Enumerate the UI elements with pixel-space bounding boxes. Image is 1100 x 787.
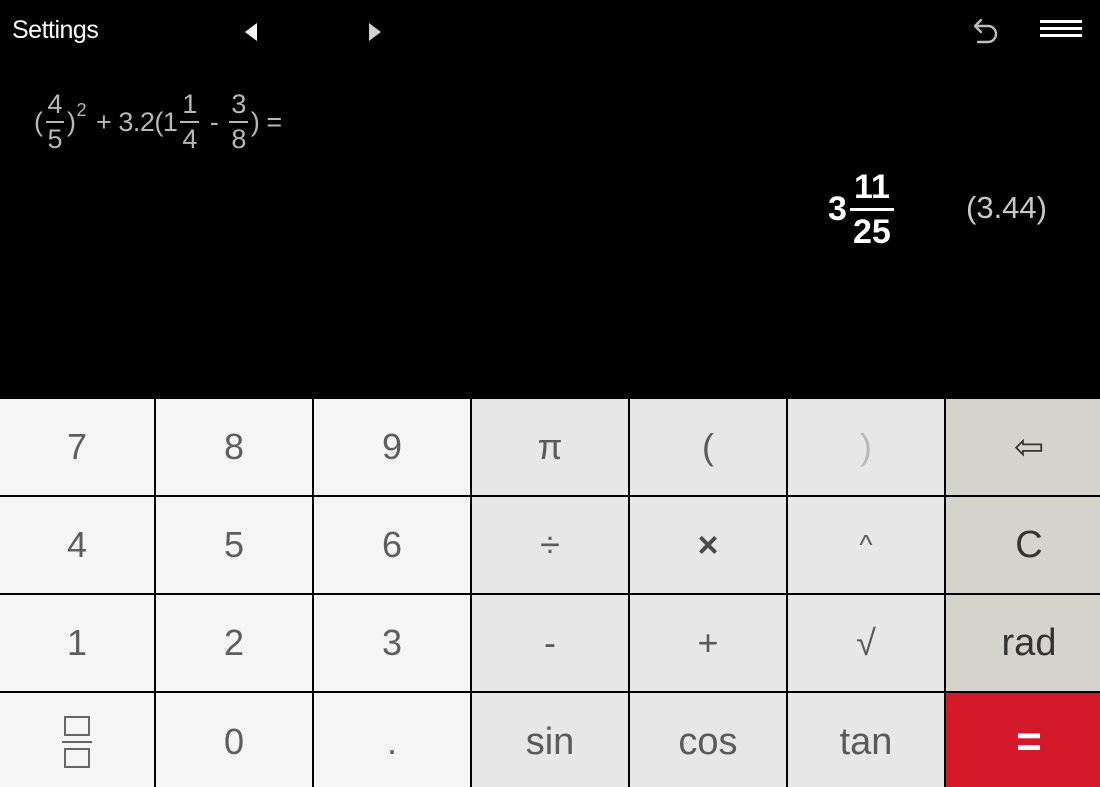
key-2[interactable]: 2 bbox=[156, 595, 312, 691]
key-5[interactable]: 5 bbox=[156, 497, 312, 593]
key-0[interactable]: 0 bbox=[156, 693, 312, 787]
expression-close-paren: ) bbox=[67, 106, 76, 137]
key-7[interactable]: 7 bbox=[0, 399, 154, 495]
expression-display: ( 4 5 ) 2 + 3.2(1 1 4 - 3 8 ) = bbox=[34, 84, 282, 160]
expression-exponent: 2 bbox=[76, 99, 87, 120]
result-whole: 3 bbox=[828, 189, 847, 228]
expression-fraction-1: 4 5 bbox=[45, 89, 65, 154]
key-pi[interactable]: π bbox=[472, 399, 628, 495]
settings-link[interactable]: Settings bbox=[12, 16, 99, 45]
triangle-right-icon[interactable] bbox=[364, 20, 386, 44]
result-denominator: 25 bbox=[853, 212, 891, 251]
key-cos[interactable]: cos bbox=[630, 693, 786, 787]
triangle-left-icon[interactable] bbox=[240, 20, 262, 44]
expression-minus: - bbox=[209, 106, 219, 137]
key-8[interactable]: 8 bbox=[156, 399, 312, 495]
expression-open-paren: ( bbox=[34, 106, 43, 137]
key-tan[interactable]: tan bbox=[788, 693, 944, 787]
key-3[interactable]: 3 bbox=[314, 595, 470, 691]
fraction-denominator: 4 bbox=[182, 124, 197, 154]
key-equals[interactable]: = bbox=[946, 693, 1100, 787]
key-multiply[interactable]: × bbox=[630, 497, 786, 593]
fraction-numerator: 4 bbox=[47, 89, 63, 119]
key-divide[interactable]: ÷ bbox=[472, 497, 628, 593]
keypad: 7 8 9 π ( ) ⇦ 4 5 6 ÷ × ^ C 1 2 3 - + √ … bbox=[0, 397, 1100, 787]
key-open-paren[interactable]: ( bbox=[630, 399, 786, 495]
key-power[interactable]: ^ bbox=[788, 497, 944, 593]
key-1[interactable]: 1 bbox=[0, 595, 154, 691]
result-numerator: 11 bbox=[853, 167, 890, 206]
key-9[interactable]: 9 bbox=[314, 399, 470, 495]
expression-fraction-2: 1 4 bbox=[180, 91, 199, 153]
fraction-denominator: 8 bbox=[231, 124, 246, 154]
key-sin[interactable]: sin bbox=[472, 693, 628, 787]
key-minus[interactable]: - bbox=[472, 595, 628, 691]
undo-icon[interactable] bbox=[966, 14, 1002, 50]
fraction-denominator: 5 bbox=[47, 124, 63, 154]
fraction-icon[interactable] bbox=[0, 693, 154, 787]
key-sqrt[interactable]: √ bbox=[788, 595, 944, 691]
expression-fraction-3: 3 8 bbox=[229, 91, 248, 153]
result-fraction: 11 25 bbox=[849, 167, 894, 251]
result-display: 3 11 25 bbox=[828, 168, 897, 250]
key-decimal-point[interactable]: . bbox=[314, 693, 470, 787]
calculator-app: Settings ( 4 5 ) 2 + 3.2(1 1 4 - 3 8) =… bbox=[0, 0, 1100, 787]
expression-plus-part: + 3.2(1 bbox=[96, 106, 178, 137]
hamburger-menu-icon[interactable] bbox=[1038, 14, 1084, 44]
key-plus[interactable]: + bbox=[630, 595, 786, 691]
fraction-numerator: 3 bbox=[231, 89, 246, 119]
fraction-numerator: 1 bbox=[182, 89, 197, 119]
top-bar: Settings bbox=[0, 0, 1100, 64]
key-close-paren[interactable]: ) bbox=[788, 399, 944, 495]
key-rad[interactable]: rad bbox=[946, 595, 1100, 691]
result-decimal: (3.44) bbox=[966, 190, 1047, 225]
key-4[interactable]: 4 bbox=[0, 497, 154, 593]
expression-tail: ) = bbox=[250, 106, 282, 137]
backspace-icon[interactable]: ⇦ bbox=[946, 399, 1100, 495]
key-6[interactable]: 6 bbox=[314, 497, 470, 593]
key-clear[interactable]: C bbox=[946, 497, 1100, 593]
